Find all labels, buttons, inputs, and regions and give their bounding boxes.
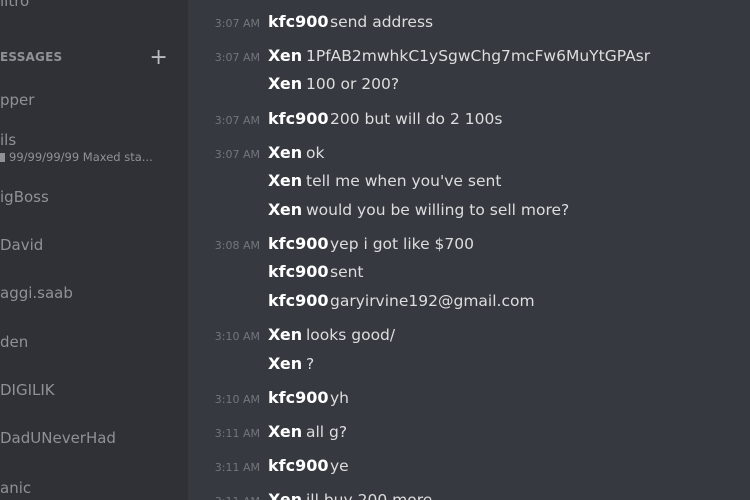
message-timestamp: 3:07 AM bbox=[214, 148, 260, 161]
dm-item[interactable]: aggi.saab bbox=[0, 284, 73, 302]
message-text: tell me when you've sent bbox=[306, 172, 502, 190]
message-timestamp: 3:11 AM bbox=[214, 427, 260, 440]
message-timestamp: 3:11 AM bbox=[188, 495, 260, 500]
message-row[interactable]: Xen would you be willing to sell more? bbox=[188, 198, 750, 224]
direct-messages-label: ESSAGES bbox=[0, 50, 63, 64]
message-author[interactable]: kfc900 bbox=[268, 388, 328, 407]
dm-item[interactable]: DadUNeverHad bbox=[0, 429, 116, 447]
message-text: ? bbox=[306, 355, 315, 373]
message-author[interactable]: Xen bbox=[268, 74, 302, 93]
message-author[interactable]: Xen bbox=[268, 490, 302, 500]
message-text: 100 or 200? bbox=[306, 75, 400, 93]
message-author[interactable]: Xen bbox=[268, 325, 302, 344]
dm-status: 99/99/99/99 Maxed sta... bbox=[0, 150, 153, 164]
message-text: 1PfAB2mwhkC1ySgwChg7mcFw6MuYtGPAsr bbox=[306, 47, 651, 65]
message-author[interactable]: kfc900 bbox=[268, 109, 328, 128]
message-text: 200 but will do 2 100s bbox=[330, 110, 503, 128]
message-row[interactable]: kfc900 sent bbox=[188, 260, 750, 286]
message-timestamp: 3:07 AM bbox=[214, 114, 260, 127]
phone-icon bbox=[0, 153, 5, 162]
message-row[interactable]: 3:08 AM kfc900 yep i got like $700 bbox=[188, 232, 750, 258]
message-text: garyirvine192@gmail.com bbox=[330, 292, 535, 310]
message-text: yh bbox=[330, 389, 349, 407]
message-author[interactable]: kfc900 bbox=[268, 262, 328, 281]
message-timestamp: 3:10 AM bbox=[214, 393, 260, 406]
sidebar-item-nitro[interactable]: litro bbox=[0, 0, 29, 10]
message-author[interactable]: Xen bbox=[268, 200, 302, 219]
message-author[interactable]: Xen bbox=[268, 354, 302, 373]
message-row[interactable]: 3:07 AM kfc900 send address bbox=[188, 10, 750, 36]
message-row[interactable]: 3:07 AM kfc900 200 but will do 2 100s bbox=[188, 107, 750, 133]
message-text: ok bbox=[306, 144, 325, 162]
chat-messages: 3:07 AM kfc900 send address 3:07 AM Xen 1PfAB… bbox=[188, 0, 750, 500]
message-row[interactable]: kfc900 garyirvine192@gmail.com bbox=[188, 289, 750, 315]
message-timestamp: 3:10 AM bbox=[214, 330, 260, 343]
message-text: would you be willing to sell more? bbox=[306, 201, 570, 219]
dm-sidebar: litro ESSAGES + pper ils 99/99/99/99 Max… bbox=[0, 0, 188, 500]
message-author[interactable]: Xen bbox=[268, 46, 302, 65]
message-timestamp: 3:07 AM bbox=[214, 17, 260, 30]
message-timestamp: 3:07 AM bbox=[214, 51, 260, 64]
add-dm-icon[interactable]: + bbox=[149, 45, 168, 70]
message-row[interactable]: 3:11 AM Xen all g? bbox=[188, 420, 750, 446]
dm-item[interactable]: DIGILIK bbox=[0, 381, 55, 399]
message-timestamp: 3:11 AM bbox=[214, 461, 260, 474]
message-row[interactable]: 3:07 AM Xen 1PfAB2mwhkC1ySgwChg7mcFw6MuYtG… bbox=[188, 44, 750, 70]
message-timestamp: 3:08 AM bbox=[214, 239, 260, 252]
dm-item[interactable]: igBoss bbox=[0, 188, 49, 206]
message-text: ye bbox=[330, 457, 349, 475]
message-author[interactable]: kfc900 bbox=[268, 234, 328, 253]
dm-item[interactable]: den bbox=[0, 333, 28, 351]
message-text: yep i got like $700 bbox=[330, 235, 474, 253]
message-author[interactable]: kfc900 bbox=[268, 12, 328, 31]
message-author[interactable]: kfc900 bbox=[268, 291, 328, 310]
dm-status-text: 99/99/99/99 Maxed sta... bbox=[9, 150, 153, 164]
message-text: send address bbox=[330, 13, 434, 31]
message-row[interactable]: 3:10 AM kfc900 yh bbox=[188, 386, 750, 412]
message-row[interactable]: Xen 100 or 200? bbox=[188, 72, 750, 98]
message-row[interactable]: 3:11 AM Xen ill buy 200 more bbox=[188, 488, 750, 500]
message-row[interactable]: Xen tell me when you've sent bbox=[188, 169, 750, 195]
dm-item[interactable]: David bbox=[0, 236, 43, 254]
dm-item[interactable]: anic bbox=[0, 479, 31, 497]
message-author[interactable]: Xen bbox=[268, 143, 302, 162]
message-author[interactable]: Xen bbox=[268, 422, 302, 441]
message-text: looks good/ bbox=[306, 326, 396, 344]
message-author[interactable]: kfc900 bbox=[268, 456, 328, 475]
message-text: ill buy 200 more bbox=[306, 491, 433, 500]
message-author[interactable]: Xen bbox=[268, 171, 302, 190]
direct-messages-header: ESSAGES + bbox=[0, 45, 174, 70]
message-row[interactable]: 3:11 AM kfc900 ye bbox=[188, 454, 750, 480]
message-text: sent bbox=[330, 263, 364, 281]
message-text: all g? bbox=[306, 423, 348, 441]
message-row[interactable]: 3:10 AM Xen looks good/ bbox=[188, 323, 750, 349]
dm-item[interactable]: ils bbox=[0, 131, 16, 149]
dm-item[interactable]: pper bbox=[0, 91, 34, 109]
message-row[interactable]: Xen? bbox=[188, 352, 750, 378]
message-row[interactable]: 3:07 AM Xen ok bbox=[188, 141, 750, 167]
